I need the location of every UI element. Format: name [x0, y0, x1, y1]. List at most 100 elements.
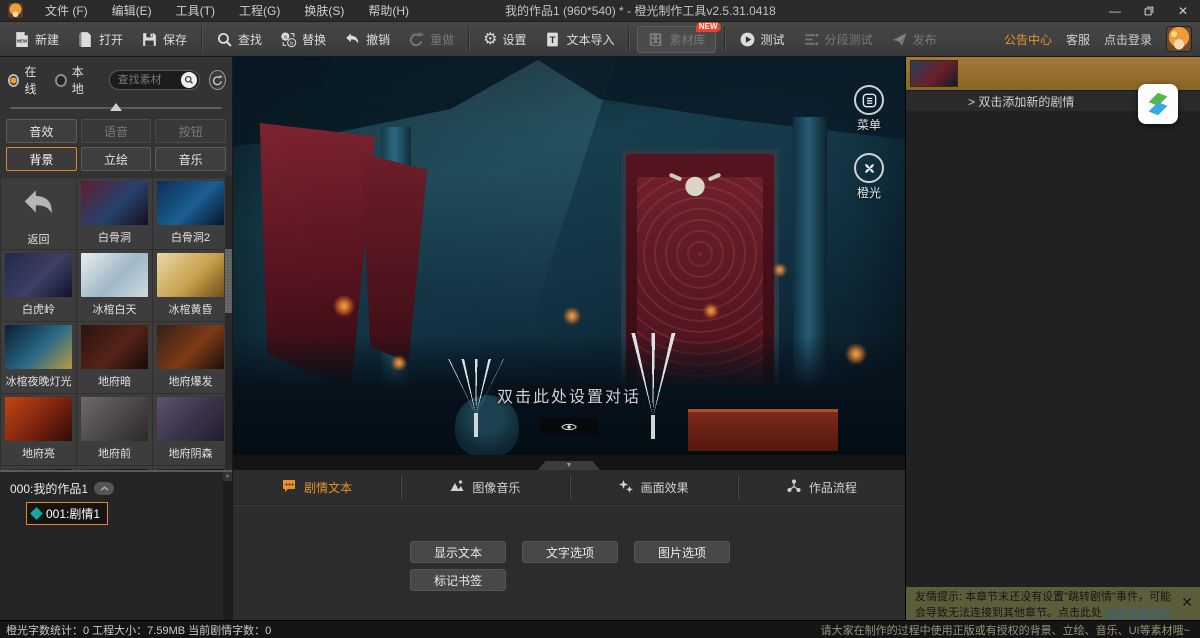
app-window: 文件 (F)编辑(E)工具(T)工程(G)换肤(S)帮助(H) 我的作品1 (9… [0, 0, 1200, 638]
toolbar-button-label: 撤销 [366, 31, 390, 48]
thumbnail-cell[interactable]: 白骨洞 [77, 178, 152, 249]
announcement-link[interactable]: 公告中心 [1004, 31, 1052, 48]
menu-item-4[interactable]: 换肤(S) [292, 0, 356, 22]
thumbnail-cell[interactable]: 地府暗 [77, 322, 152, 393]
slider-handle[interactable] [110, 103, 122, 111]
material-panel: 在线 本地 音效语音按钮背景立绘音乐 返回白骨洞白骨洞2 白虎岭冰棺白天 冰棺黄昏冰… [0, 57, 233, 620]
search-icon[interactable] [181, 72, 197, 88]
thumbnail-label: 冰棺夜晚灯光 [6, 373, 72, 389]
thumbnail-cell[interactable]: 白骨洞2 [153, 178, 228, 249]
category-button-1[interactable]: 语音 [81, 119, 152, 143]
local-radio[interactable] [55, 74, 66, 87]
toolbar-save-button[interactable]: 保存 [132, 25, 196, 53]
tab-image-music[interactable]: 图像音乐 [401, 470, 568, 504]
toolbar-segment-test-button[interactable]: 分段测试 [794, 25, 882, 53]
action-button[interactable]: 文字选项 [522, 541, 618, 563]
screen-capture-logo[interactable] [1138, 84, 1178, 124]
stage-preview[interactable]: 菜单 橙光 双击此处设置对话 [233, 57, 905, 455]
tab-chat[interactable]: 剧情文本 [233, 470, 400, 504]
chapter-panel: > 双击添加新的剧情 友情提示: 本章节末还没有设置"跳转剧情"事件，可能会导致… [905, 57, 1200, 620]
thumbnail-image [81, 397, 148, 441]
menu-item-2[interactable]: 工具(T) [164, 0, 227, 22]
text-import-icon: T [544, 31, 561, 48]
toolbar-replace-button[interactable]: ab替换 [271, 25, 335, 53]
online-radio[interactable] [8, 74, 19, 87]
dialog-hint-text[interactable]: 双击此处设置对话 [233, 383, 905, 407]
category-grid: 音效语音按钮背景立绘音乐 [0, 115, 232, 177]
thumbnail-cell[interactable]: 白虎岭 [1, 250, 76, 321]
toolbar-publish-button[interactable]: 发布 [882, 25, 946, 53]
thumbnail-cell[interactable]: 冰棺白天 [77, 250, 152, 321]
toolbar-material-library-button[interactable]: 素材库NEW [637, 26, 715, 53]
stage-orange-button[interactable]: 橙光 [847, 153, 891, 201]
tree-item-0[interactable]: 001:剧情1 [26, 502, 108, 525]
category-button-0[interactable]: 音效 [6, 119, 77, 143]
thumbnail-cell[interactable]: 冰棺黄昏 [153, 250, 228, 321]
scene-skull [675, 173, 715, 201]
stage-orange-label: 橙光 [847, 184, 891, 201]
new-badge: NEW [696, 22, 721, 32]
toolbar-text-import-button[interactable]: T文本导入 [535, 25, 623, 53]
action-button[interactable]: 显示文本 [410, 541, 506, 563]
login-link[interactable]: 点击登录 [1104, 31, 1152, 48]
user-avatar[interactable] [1166, 26, 1192, 52]
tree-scrollbar[interactable]: ▲ [223, 472, 232, 620]
thumbnail-size-slider[interactable] [10, 102, 222, 114]
image-music-icon [449, 478, 465, 497]
toolbar-redo-button[interactable]: 重做 [399, 25, 463, 53]
menu-item-1[interactable]: 编辑(E) [100, 0, 164, 22]
menu-circle-icon [854, 85, 884, 115]
menu-item-3[interactable]: 工程(G) [227, 0, 292, 22]
thumbnail-cell[interactable]: 冰棺夜晚灯光 [1, 322, 76, 393]
thumbnail-cell[interactable]: 地府阴森 [153, 394, 228, 465]
menu-item-5[interactable]: 帮助(H) [356, 0, 421, 22]
toolbar-search-button[interactable]: 查找 [207, 25, 271, 53]
close-button[interactable]: ✕ [1166, 0, 1200, 22]
toolbar-play-button[interactable]: 测试 [730, 25, 794, 53]
action-button[interactable]: 图片选项 [634, 541, 730, 563]
category-button-4[interactable]: 立绘 [81, 147, 152, 171]
visibility-toggle[interactable] [540, 418, 598, 435]
refresh-icon[interactable] [209, 70, 226, 90]
minimize-button[interactable]: — [1098, 0, 1132, 22]
stage-menu-button[interactable]: 菜单 [847, 85, 891, 133]
thumbnail-image [157, 253, 224, 297]
thumbnail-image [5, 253, 72, 297]
back-button[interactable]: 返回 [1, 178, 76, 249]
close-icon[interactable]: ✕ [1181, 595, 1193, 609]
tab-effects[interactable]: 画面效果 [570, 470, 737, 504]
collapse-handle[interactable]: ▼ [538, 461, 600, 470]
thumbnail-label: 冰棺黄昏 [169, 301, 213, 317]
thumbnail-label: 冰棺白天 [93, 301, 137, 317]
category-button-3[interactable]: 背景 [6, 147, 77, 171]
category-button-2[interactable]: 按钮 [155, 119, 226, 143]
thumbnail-image [157, 325, 224, 369]
support-link[interactable]: 客服 [1066, 31, 1090, 48]
thumbnail-cell[interactable]: 地府爆发 [153, 322, 228, 393]
window-controls: — ✕ [1098, 0, 1200, 22]
search-box [109, 70, 200, 90]
collapse-icon[interactable] [94, 482, 114, 495]
thumbnail-scrollbar[interactable] [225, 177, 232, 470]
search-input[interactable] [118, 74, 181, 86]
tab-flow[interactable]: 作品流程 [738, 470, 905, 504]
restore-button[interactable] [1132, 0, 1166, 22]
thumbnail-cell[interactable]: 地府亮 [1, 394, 76, 465]
publish-icon [891, 31, 908, 48]
tree-item-label: 001:剧情1 [46, 505, 100, 522]
toolbar-undo-button[interactable]: 撤销 [335, 25, 399, 53]
action-button[interactable]: 标记书签 [410, 569, 506, 591]
thumbnail-cell[interactable]: 地府前 [77, 394, 152, 465]
play-icon [739, 31, 756, 48]
action-button-row: 标记书签 [410, 569, 905, 591]
source-switch-row: 在线 本地 [0, 57, 232, 99]
category-button-5[interactable]: 音乐 [155, 147, 226, 171]
scrollbar-handle[interactable] [225, 249, 232, 313]
menu-item-0[interactable]: 文件 (F) [33, 0, 100, 22]
tab-label: 图像音乐 [472, 479, 520, 496]
toolbar-new-file-button[interactable]: NEW新建 [4, 25, 68, 53]
toolbar-open-file-button[interactable]: 打开 [68, 25, 132, 53]
scroll-up-icon[interactable]: ▲ [223, 472, 232, 481]
toolbar-settings-button[interactable]: ⚙设置 [474, 25, 535, 53]
project-root-row[interactable]: 000:我的作品1 [10, 480, 222, 497]
